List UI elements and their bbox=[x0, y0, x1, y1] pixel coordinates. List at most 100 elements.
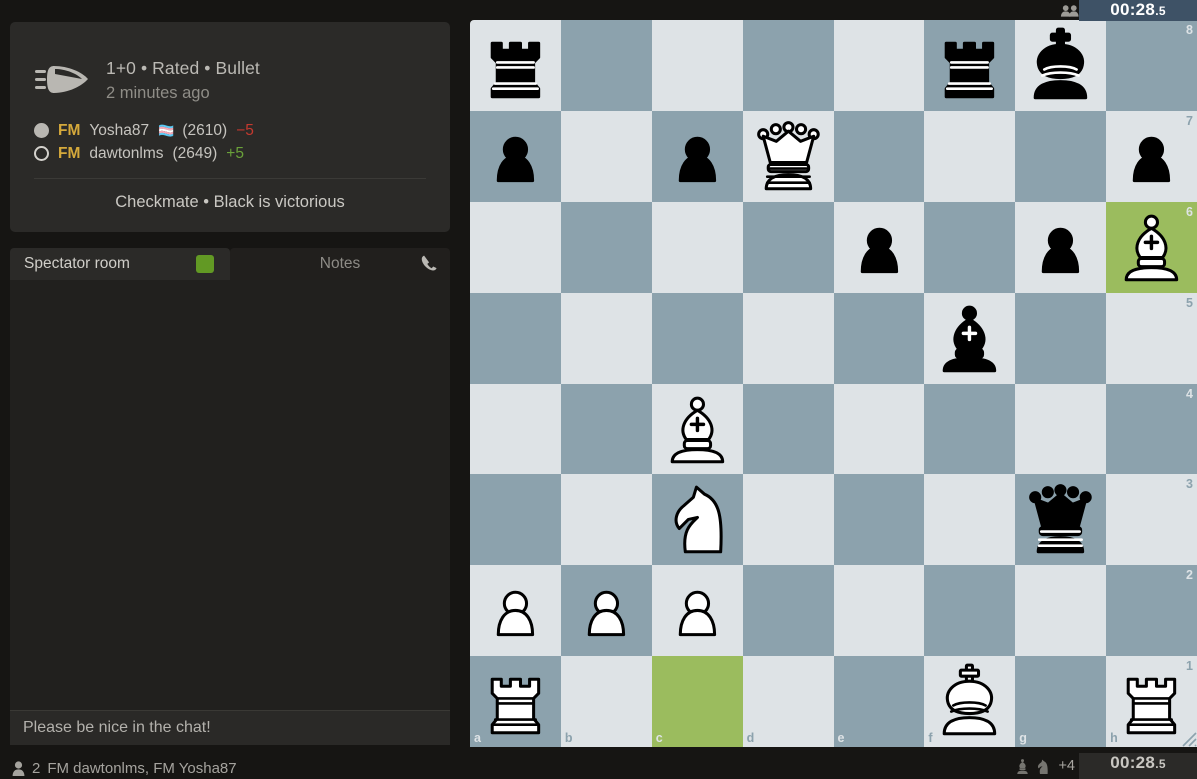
square-h5[interactable] bbox=[1106, 292, 1197, 384]
square-b1[interactable] bbox=[560, 656, 652, 747]
phone-icon[interactable] bbox=[419, 254, 438, 273]
board-resize-handle[interactable] bbox=[1175, 725, 1197, 747]
square-a3[interactable] bbox=[470, 474, 561, 566]
square-a6[interactable] bbox=[470, 201, 561, 293]
player-row-black[interactable]: FM dawtonlms (2649) +5 bbox=[34, 142, 426, 165]
square-f7[interactable] bbox=[924, 110, 1016, 202]
square-b8[interactable] bbox=[560, 20, 652, 111]
tab-spectator-room-label: Spectator room bbox=[24, 255, 130, 272]
square-c5[interactable] bbox=[651, 292, 743, 384]
game-info-card: 1+0 • Rated • Bullet 2 minutes ago FM Yo… bbox=[10, 22, 450, 232]
black-pawn-icon[interactable] bbox=[1106, 111, 1197, 202]
room-status-dot-icon bbox=[196, 255, 214, 273]
square-h2[interactable] bbox=[1106, 565, 1197, 657]
black-pawn-icon[interactable] bbox=[652, 111, 743, 202]
white-bishop-icon[interactable] bbox=[652, 384, 743, 475]
square-d8[interactable] bbox=[742, 20, 834, 111]
clock-bottom-time: 00:28 bbox=[1110, 753, 1156, 772]
white-rook-icon[interactable] bbox=[470, 656, 561, 747]
square-e5[interactable] bbox=[833, 292, 925, 384]
square-d5[interactable] bbox=[742, 292, 834, 384]
white-queen-icon[interactable] bbox=[743, 111, 834, 202]
watchers-count: 2 bbox=[32, 760, 41, 777]
square-b3[interactable] bbox=[560, 474, 652, 566]
square-c6[interactable] bbox=[651, 201, 743, 293]
square-e3[interactable] bbox=[833, 474, 925, 566]
player-rating-delta-black: +5 bbox=[226, 144, 244, 162]
square-d6[interactable] bbox=[742, 201, 834, 293]
square-g4[interactable] bbox=[1015, 383, 1107, 475]
square-f4[interactable] bbox=[924, 383, 1016, 475]
tab-notes[interactable]: Notes bbox=[230, 248, 450, 280]
clock-top-tenths: .5 bbox=[1155, 4, 1166, 18]
square-g2[interactable] bbox=[1015, 565, 1107, 657]
spectators-icon bbox=[1060, 0, 1079, 21]
black-pawn-icon[interactable] bbox=[470, 111, 561, 202]
white-bishop-icon[interactable] bbox=[1106, 202, 1197, 293]
square-c1[interactable] bbox=[651, 656, 743, 747]
square-h3[interactable] bbox=[1106, 474, 1197, 566]
game-meta-text: 1+0 • Rated • Bullet 2 minutes ago bbox=[106, 56, 260, 103]
player-rating-delta-white: −5 bbox=[236, 121, 254, 139]
player-name-white[interactable]: Yosha87 bbox=[89, 122, 149, 140]
tab-spectator-room[interactable]: Spectator room bbox=[10, 248, 230, 280]
square-c8[interactable] bbox=[651, 20, 743, 111]
black-rook-icon[interactable] bbox=[924, 20, 1015, 111]
clock-bottom: 00:28 .5 bbox=[1079, 753, 1197, 779]
chat-panel: Spectator room Notes bbox=[10, 248, 450, 745]
captured-pieces-bar: +4 bbox=[1014, 753, 1075, 779]
square-a4[interactable] bbox=[470, 383, 561, 475]
white-knight-icon[interactable] bbox=[652, 474, 743, 565]
square-e8[interactable] bbox=[833, 20, 925, 111]
square-e2[interactable] bbox=[833, 565, 925, 657]
white-king-icon[interactable] bbox=[924, 656, 1015, 747]
chess-board[interactable]: 8765432abcdefg1h bbox=[470, 20, 1197, 747]
clock-top-time: 00:28 bbox=[1110, 0, 1156, 19]
square-h8[interactable] bbox=[1106, 20, 1197, 111]
player-title-black: FM bbox=[58, 144, 81, 162]
black-queen-icon[interactable] bbox=[1015, 474, 1106, 565]
square-a5[interactable] bbox=[470, 292, 561, 384]
time-control-label: 1+0 • Rated • Bullet bbox=[106, 58, 260, 78]
square-b6[interactable] bbox=[560, 201, 652, 293]
chat-tab-bar: Spectator room Notes bbox=[10, 248, 450, 280]
square-f3[interactable] bbox=[924, 474, 1016, 566]
player-name-black[interactable]: dawtonlms bbox=[89, 145, 163, 163]
chat-input[interactable] bbox=[10, 710, 450, 745]
square-d2[interactable] bbox=[742, 565, 834, 657]
square-f2[interactable] bbox=[924, 565, 1016, 657]
square-d3[interactable] bbox=[742, 474, 834, 566]
square-f6[interactable] bbox=[924, 201, 1016, 293]
black-rook-icon[interactable] bbox=[470, 20, 561, 111]
square-g7[interactable] bbox=[1015, 110, 1107, 202]
black-pawn-icon[interactable] bbox=[834, 202, 925, 293]
square-b4[interactable] bbox=[560, 383, 652, 475]
left-sidebar: 1+0 • Rated • Bullet 2 minutes ago FM Yo… bbox=[0, 0, 462, 779]
square-g5[interactable] bbox=[1015, 292, 1107, 384]
square-h4[interactable] bbox=[1106, 383, 1197, 475]
white-pawn-icon[interactable] bbox=[470, 565, 561, 656]
white-disc-icon bbox=[34, 123, 49, 138]
square-b7[interactable] bbox=[560, 110, 652, 202]
square-e7[interactable] bbox=[833, 110, 925, 202]
bullet-icon bbox=[34, 58, 92, 102]
board-area: 8765432abcdefg1h bbox=[470, 20, 1197, 747]
black-disc-icon bbox=[34, 146, 49, 161]
square-d4[interactable] bbox=[742, 383, 834, 475]
black-king-icon[interactable] bbox=[1015, 20, 1106, 111]
black-bishop-icon[interactable] bbox=[924, 293, 1015, 384]
square-g1[interactable] bbox=[1015, 656, 1107, 747]
white-pawn-icon[interactable] bbox=[652, 565, 743, 656]
player-rating-white: (2610) bbox=[182, 121, 228, 139]
square-e4[interactable] bbox=[833, 383, 925, 475]
chat-message-list[interactable] bbox=[10, 280, 450, 710]
clock-top: 00:28 .5 bbox=[1079, 0, 1197, 21]
watchers-names: FM dawtonlms, FM Yosha87 bbox=[47, 760, 237, 777]
material-advantage: +4 bbox=[1058, 758, 1075, 774]
square-d1[interactable] bbox=[742, 656, 834, 747]
black-pawn-icon[interactable] bbox=[1015, 202, 1106, 293]
white-pawn-icon[interactable] bbox=[561, 565, 652, 656]
player-row-white[interactable]: FM Yosha87 🏳️‍⚧️ (2610) −5 bbox=[34, 119, 426, 142]
square-e1[interactable] bbox=[833, 656, 925, 747]
square-b5[interactable] bbox=[560, 292, 652, 384]
